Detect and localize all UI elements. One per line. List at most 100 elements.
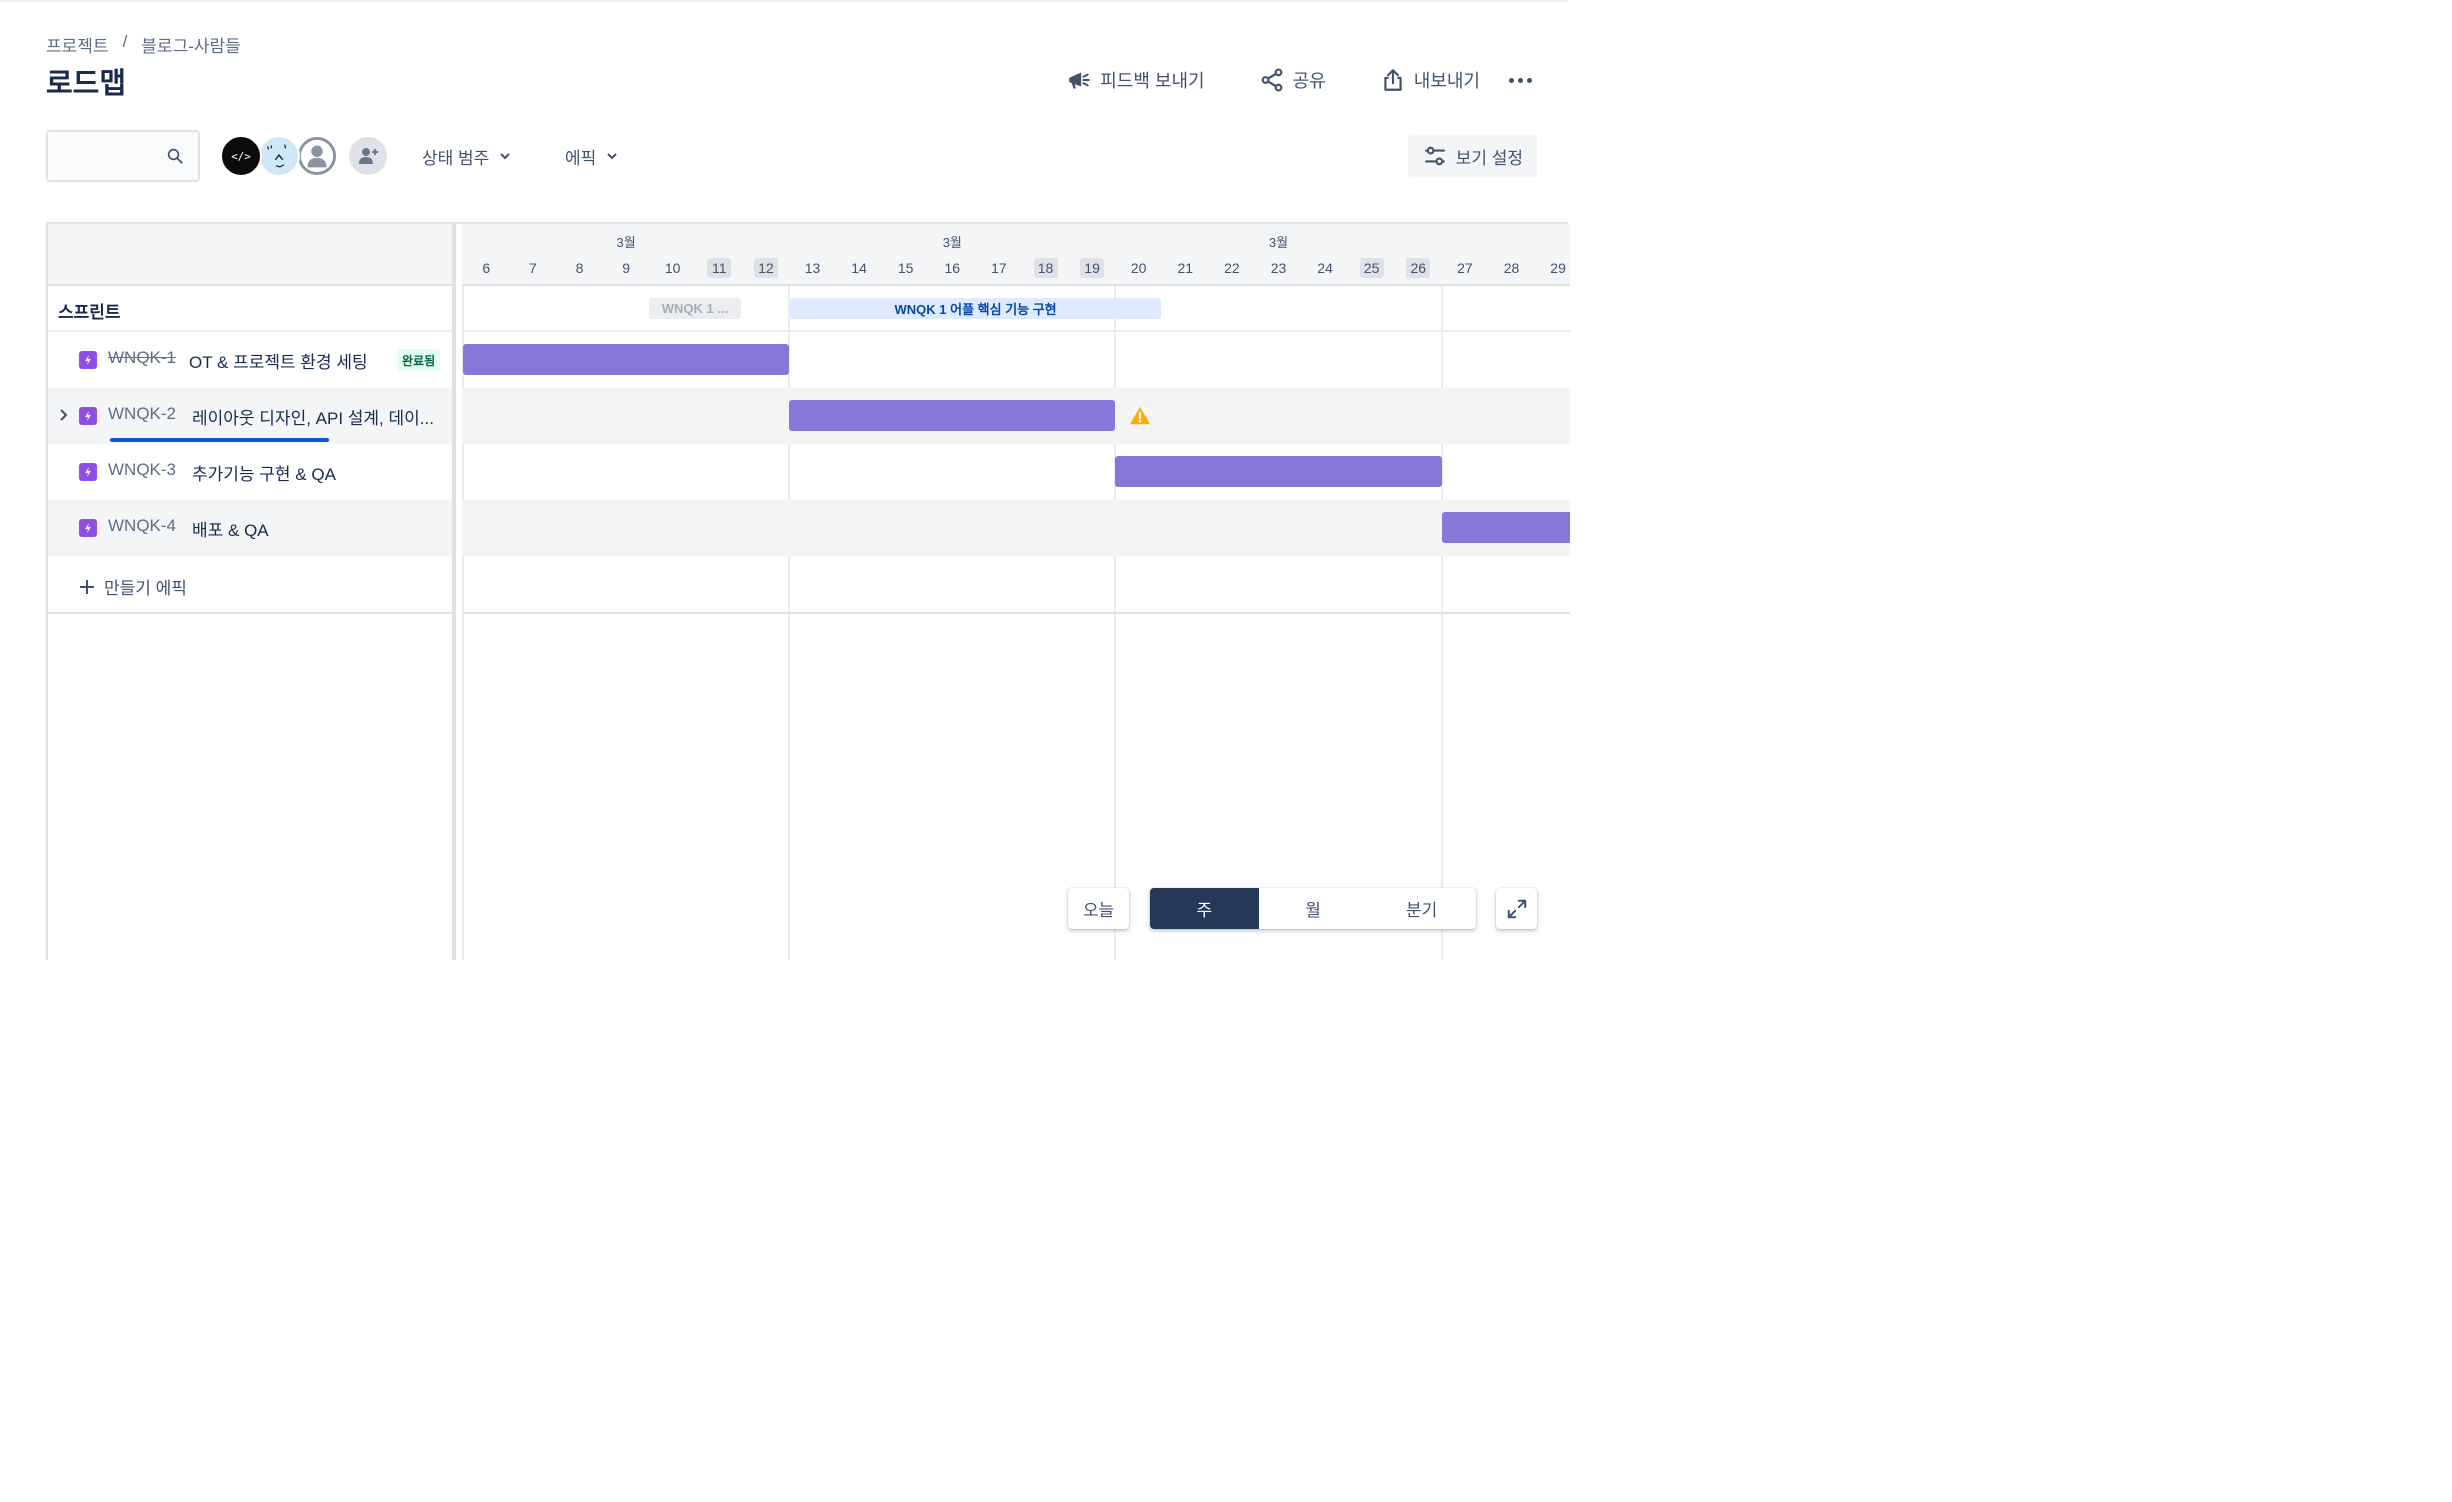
chevron-down-icon: [607, 153, 617, 160]
plus-icon: [80, 579, 94, 594]
epic-row-wnqk-3[interactable]: WNQK-3 추가기능 구현 & QA: [48, 444, 452, 500]
export-icon: [1384, 69, 1402, 91]
export-button[interactable]: 내보내기: [1380, 67, 1480, 93]
sprint-bar-active[interactable]: WNQK 1 어플 핵심 기능 구현: [790, 298, 1161, 319]
epic-title[interactable]: OT & 프로젝트 환경 세팅: [189, 348, 368, 373]
feedback-button[interactable]: 피드백 보내기: [1066, 67, 1205, 93]
timeline-row-wnqk-1: [462, 332, 1570, 388]
epic-bar-wnqk-4[interactable]: [1441, 512, 1570, 543]
epic-bar-wnqk-3[interactable]: [1115, 456, 1442, 487]
epic-key[interactable]: WNQK-2: [108, 404, 176, 424]
top-divider: [0, 0, 1568, 2]
timeline-row-wnqk-4: [462, 500, 1570, 556]
timeline-day-label: 18: [1033, 258, 1058, 278]
sliders-icon: [1424, 146, 1445, 166]
timeline-day-label: 26: [1406, 258, 1431, 278]
search-field[interactable]: [46, 130, 200, 182]
expand-icon: [1507, 899, 1526, 918]
epic-bar-wnqk-2[interactable]: [789, 400, 1116, 431]
timeline-day-label: 23: [1270, 260, 1287, 276]
timeline-month-label: 3월: [1268, 235, 1289, 250]
warning-icon[interactable]: [1129, 405, 1151, 427]
avatar-group: </>: [220, 135, 389, 177]
timeline-day-label: 21: [1177, 260, 1194, 276]
focus-underline: [110, 438, 329, 442]
epic-filter[interactable]: 에픽: [565, 140, 618, 172]
epic-lightning-icon: [79, 519, 97, 537]
timeline-day-label: 6: [482, 260, 491, 276]
timeline-row-wnqk-2: [462, 388, 1570, 444]
epic-title[interactable]: 배포 & QA: [192, 516, 269, 541]
sprint-row-label: 스프린트: [58, 303, 121, 322]
timeline-day-label: 16: [944, 260, 961, 276]
megaphone-icon: [1069, 72, 1090, 89]
roadmap-grid: 스프린트 WNQK-1 OT & 프로젝트 환경 세팅 완료됨 WNQK-2 레…: [46, 222, 1570, 960]
epic-key[interactable]: WNQK-1: [108, 348, 176, 368]
epic-bar-wnqk-1[interactable]: [463, 344, 790, 375]
breadcrumb-project-name[interactable]: 블로그-사람들: [141, 32, 241, 57]
epic-list-header: [48, 224, 452, 286]
more-actions-button[interactable]: [1502, 64, 1538, 96]
sprint-bar-past[interactable]: WNQK 1 ...: [649, 298, 741, 319]
time-scale-selector: 주 월 분기: [1150, 888, 1476, 929]
create-epic-button[interactable]: 만들기 에픽: [78, 574, 187, 599]
add-people-button[interactable]: [347, 135, 389, 177]
share-label: 공유: [1292, 71, 1326, 91]
avatar[interactable]: </>: [220, 135, 262, 177]
chevron-right-icon[interactable]: [58, 408, 70, 422]
view-settings-button[interactable]: 보기 설정: [1407, 135, 1537, 177]
timeline-day-label: 19: [1080, 258, 1105, 278]
epic-title[interactable]: 레이아웃 디자인, API 설계, 데이...: [192, 404, 434, 429]
epic-lightning-icon: [79, 463, 97, 481]
avatar[interactable]: [296, 135, 338, 177]
fullscreen-button[interactable]: [1496, 888, 1537, 929]
timeline-day-label: 24: [1317, 260, 1333, 276]
status-badge: 완료됨: [397, 349, 441, 371]
create-epic-row: 만들기 에픽: [48, 558, 452, 614]
avatar-code-logo: </>: [231, 149, 251, 163]
search-input[interactable]: [48, 132, 158, 180]
epic-title[interactable]: 추가기능 구현 & QA: [192, 460, 336, 485]
feedback-label: 피드백 보내기: [1100, 71, 1205, 91]
scale-quarter-button[interactable]: 분기: [1367, 888, 1476, 929]
timeline-day-label: 9: [622, 260, 630, 276]
breadcrumb: 프로젝트 / 블로그-사람들: [46, 32, 241, 57]
export-label: 내보내기: [1413, 71, 1480, 91]
face-avatar-icon: [266, 144, 287, 168]
timeline-day-label: 20: [1130, 260, 1147, 276]
share-button[interactable]: 공유: [1259, 67, 1326, 93]
epic-lightning-icon: [79, 351, 97, 369]
timeline-month-label: 3월: [616, 235, 636, 250]
scale-month-button[interactable]: 월: [1259, 888, 1368, 929]
scale-week-button[interactable]: 주: [1150, 888, 1259, 929]
timeline-day-label: 17: [991, 260, 1007, 276]
timeline-row-wnqk-3: [462, 444, 1570, 500]
epic-filter-label: 에픽: [565, 148, 597, 168]
share-icon: [1261, 68, 1283, 92]
status-category-filter[interactable]: 상태 범주: [422, 140, 511, 172]
breadcrumb-separator: /: [122, 32, 128, 51]
timeline-day-label: 15: [897, 260, 914, 276]
sprint-row-header: 스프린트: [48, 286, 452, 332]
default-person-icon: [300, 139, 334, 173]
timeline-day-label: 8: [575, 260, 584, 276]
timeline-month-label: 3월: [942, 235, 962, 250]
breadcrumb-projects[interactable]: 프로젝트: [46, 32, 109, 57]
sprint-row: WNQK 1 ... WNQK 1 어플 핵심 기능 구현: [462, 286, 1570, 332]
today-button[interactable]: 오늘: [1068, 888, 1129, 929]
epic-row-wnqk-4[interactable]: WNQK-4 배포 & QA: [48, 500, 452, 556]
timeline-day-label: 14: [851, 260, 867, 276]
epic-lightning-icon: [79, 407, 97, 425]
search-icon: [167, 148, 183, 164]
epic-key[interactable]: WNQK-4: [108, 516, 176, 536]
epic-row-wnqk-2[interactable]: WNQK-2 레이아웃 디자인, API 설계, 데이...: [48, 388, 452, 444]
epic-key[interactable]: WNQK-3: [108, 460, 176, 480]
more-horizontal-icon: [1508, 77, 1514, 83]
chevron-down-icon: [500, 153, 511, 160]
epic-row-wnqk-1[interactable]: WNQK-1 OT & 프로젝트 환경 세팅 완료됨: [48, 332, 452, 388]
timeline-day-label: 11: [707, 258, 732, 278]
epic-list-panel: 스프린트 WNQK-1 OT & 프로젝트 환경 세팅 완료됨 WNQK-2 레…: [48, 224, 456, 960]
avatar[interactable]: [258, 135, 300, 177]
timeline-header: 6 7 8 9 10 11 12 13 14 15 16 17 18 19 20 21 22 23 24 25 26 27…: [462, 224, 1570, 286]
timeline-day-label: 7: [528, 260, 537, 276]
